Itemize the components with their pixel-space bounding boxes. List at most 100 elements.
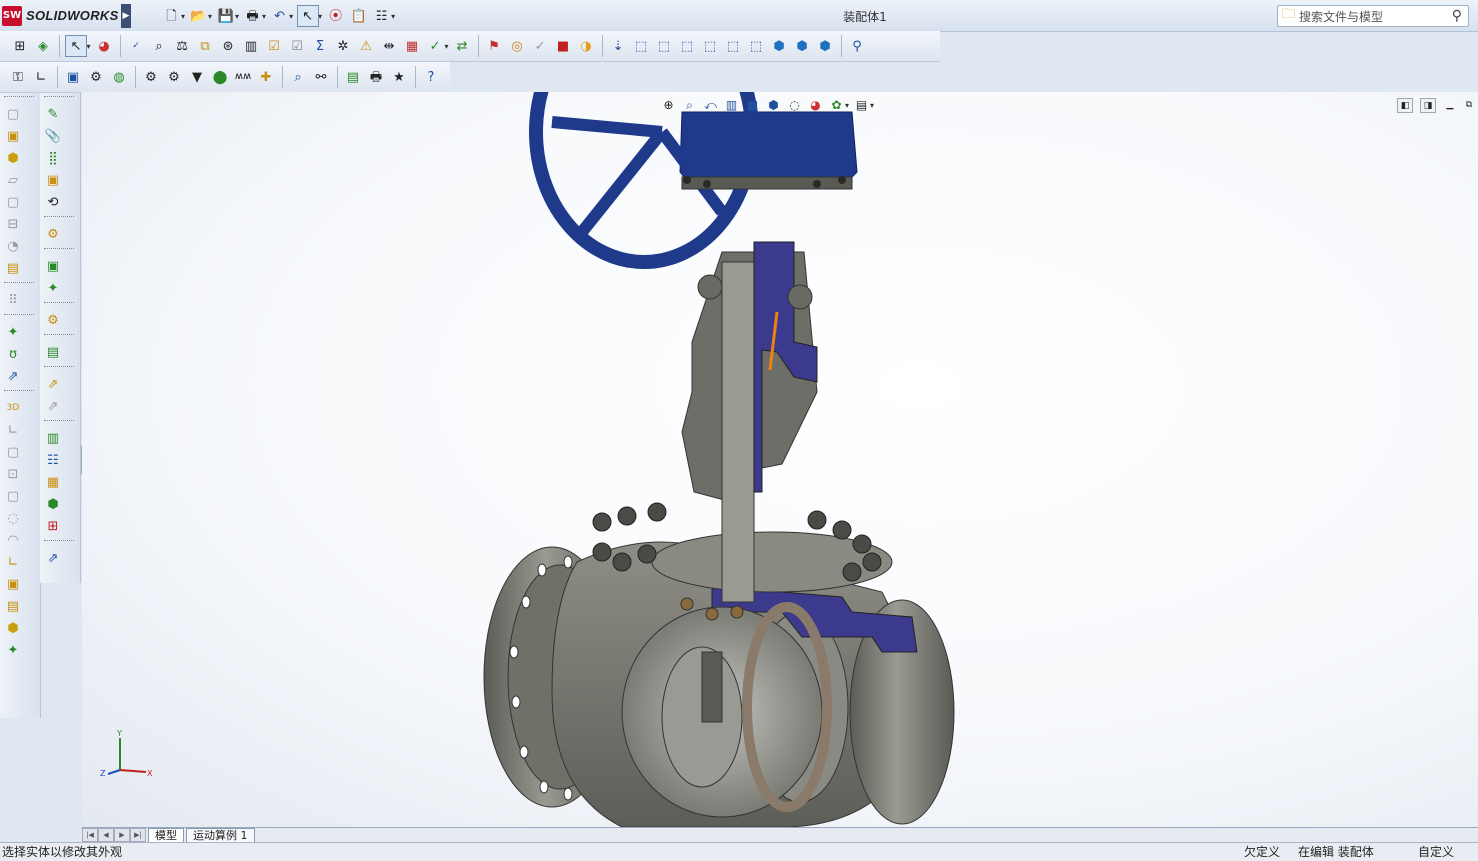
circle-icon[interactable]: ▢ — [3, 486, 23, 506]
solidworks-logo[interactable]: SW SOLIDWORKS — [0, 4, 120, 27]
open-caret-icon[interactable]: ▾ — [208, 12, 212, 21]
select-icon[interactable]: ↖ — [65, 35, 87, 57]
section-view-icon[interactable]: ▥ — [723, 96, 741, 114]
check-icon[interactable]: ⊛ — [218, 36, 238, 56]
assembly-features-icon[interactable]: ▣ — [43, 256, 63, 276]
location-pin-icon[interactable]: ⬤ — [210, 67, 230, 87]
assembly-visualization-icon[interactable]: ▦ — [402, 36, 422, 56]
equations-sigma-icon[interactable]: Σ — [310, 36, 330, 56]
undo-caret-icon[interactable]: ▾ — [289, 12, 293, 21]
open-folder-icon[interactable]: 📂 — [189, 6, 209, 26]
line-icon[interactable]: ▢ — [3, 442, 23, 462]
binoculars-icon[interactable]: ⚯ — [311, 67, 331, 87]
gearbox[interactable] — [679, 111, 858, 188]
repair-sketch-icon[interactable]: ⬢ — [3, 618, 23, 638]
tab-first-icon[interactable]: |◀ — [82, 828, 98, 842]
evaluation-caret-icon[interactable]: ▾ — [445, 42, 449, 51]
graphics-area[interactable] — [82, 92, 1478, 827]
view-isometric-icon[interactable]: ⬢ — [769, 36, 789, 56]
curves-icon[interactable]: ʊ — [3, 344, 23, 364]
excel-table-icon[interactable]: ▤ — [343, 67, 363, 87]
instant3d-2-icon[interactable]: ⇗ — [43, 548, 63, 568]
new-caret-icon[interactable]: ▾ — [181, 12, 185, 21]
view-back-icon[interactable]: ⬚ — [654, 36, 674, 56]
appearance-ball-icon[interactable]: ◕ — [94, 36, 114, 56]
dimension-icon[interactable]: ∟ — [31, 67, 51, 87]
performance-evaluation-icon[interactable]: ✓ — [425, 36, 445, 56]
view-front-icon[interactable]: ⬚ — [631, 36, 651, 56]
printer-icon[interactable]: 🖶 — [366, 67, 386, 87]
normal-to-icon[interactable]: ⇣ — [608, 36, 628, 56]
photoview-icon[interactable]: ◑ — [576, 36, 596, 56]
search-folder-icon[interactable]: 🗀 — [1282, 5, 1295, 27]
earth-icon[interactable]: ◍ — [109, 67, 129, 87]
large-assembly-icon[interactable]: ⬢ — [43, 494, 63, 514]
scene-caret-icon[interactable]: ▾ — [845, 101, 849, 110]
show-hidden-icon[interactable]: ⚙ — [43, 224, 63, 244]
toolbar-grip[interactable] — [44, 366, 74, 370]
shell-icon[interactable]: ▤ — [3, 258, 23, 278]
measure-icon[interactable]: ⌕ — [149, 36, 169, 56]
view-left-icon[interactable]: ⬚ — [677, 36, 697, 56]
publish-icon[interactable]: ★ — [389, 67, 409, 87]
zoom-to-fit-icon[interactable]: ⊕ — [660, 96, 678, 114]
view-top-icon[interactable]: ⬚ — [723, 36, 743, 56]
hole-alignment-icon[interactable]: ⇹ — [379, 36, 399, 56]
insert-component-icon[interactable]: ✎ — [43, 104, 63, 124]
mate-icon[interactable]: ◈ — [33, 36, 53, 56]
toolbar-grip[interactable] — [44, 248, 74, 252]
toolbar-grip[interactable] — [4, 390, 34, 394]
tab-model[interactable]: 模型 — [148, 828, 184, 842]
hide-show-icon[interactable]: ◌ — [786, 96, 804, 114]
pattern-icon[interactable]: ⠿ — [3, 290, 23, 310]
boundary-icon[interactable]: ▢ — [3, 192, 23, 212]
interference-detection-icon[interactable]: ✲ — [333, 36, 353, 56]
view-dimetric-icon[interactable]: ⬢ — [815, 36, 835, 56]
minimize-icon[interactable]: ▁ — [1443, 98, 1457, 111]
fillet-icon[interactable]: ◔ — [3, 236, 23, 256]
view-bottom-icon[interactable]: ⬚ — [746, 36, 766, 56]
view-trimetric-icon[interactable]: ⬢ — [792, 36, 812, 56]
options-caret-icon[interactable]: ▾ — [391, 12, 395, 21]
split-vertical-icon[interactable]: ◨ — [1420, 98, 1436, 113]
display-states-icon[interactable]: ⚙ — [86, 67, 106, 87]
search-box[interactable]: 🗀 搜索文件与模型 ⚲ — [1277, 5, 1469, 27]
toolbar-grip[interactable] — [4, 282, 34, 286]
toolbar-grip[interactable] — [44, 420, 74, 424]
undo-icon[interactable]: ↶ — [270, 6, 290, 26]
new-file-icon[interactable]: 🗋 — [162, 6, 182, 26]
cut-icon[interactable]: ⊟ — [3, 214, 23, 234]
reference-geometry-icon[interactable]: ✦ — [3, 322, 23, 342]
restore-icon[interactable]: ⧉ — [1462, 98, 1476, 111]
spline-icon[interactable]: ◠ — [3, 530, 23, 550]
gear-assembly-icon[interactable]: ⚙ — [164, 67, 184, 87]
smart-fasteners-icon[interactable]: ▣ — [43, 170, 63, 190]
linear-pattern-icon[interactable]: ⣿ — [43, 148, 63, 168]
zoom-magnifier-icon[interactable]: ⌕ — [288, 67, 308, 87]
print-icon[interactable]: 🖶 — [243, 6, 263, 26]
key-icon[interactable]: ⚿ — [8, 67, 28, 87]
fastener-icon[interactable]: ✚ — [256, 67, 276, 87]
move-component-icon[interactable]: ⟲ — [43, 192, 63, 212]
new-motion-study-icon[interactable]: ⚙ — [43, 310, 63, 330]
view-right-icon[interactable]: ⬚ — [700, 36, 720, 56]
revolve-icon[interactable]: ▣ — [3, 126, 23, 146]
toolbar-grip[interactable] — [4, 314, 34, 318]
view-settings-icon[interactable]: ▤ — [853, 96, 871, 114]
tab-last-icon[interactable]: ▶| — [130, 828, 146, 842]
save-caret-icon[interactable]: ▾ — [235, 12, 239, 21]
help-icon[interactable]: ? — [421, 67, 441, 87]
compare-documents-icon[interactable]: ⇄ — [452, 36, 472, 56]
clearance-icon[interactable]: ☷ — [43, 450, 63, 470]
render-tools-icon[interactable]: ■ — [553, 36, 573, 56]
gear-icon[interactable]: ⚙ — [141, 67, 161, 87]
select-pointer-icon[interactable]: ↖ — [296, 5, 319, 27]
floxpress-icon[interactable]: ◎ — [507, 36, 527, 56]
toolbar-grip[interactable] — [4, 96, 34, 100]
add-relation-icon[interactable]: ▣ — [3, 574, 23, 594]
clearance-verification-icon[interactable]: ⚠ — [356, 36, 376, 56]
split-horizontal-icon[interactable]: ◧ — [1397, 98, 1413, 113]
sketch-icon[interactable]: ∟ — [3, 420, 23, 440]
reference-geometry-2-icon[interactable]: ✦ — [43, 278, 63, 298]
search-icon[interactable]: ⚲ — [1452, 8, 1462, 24]
